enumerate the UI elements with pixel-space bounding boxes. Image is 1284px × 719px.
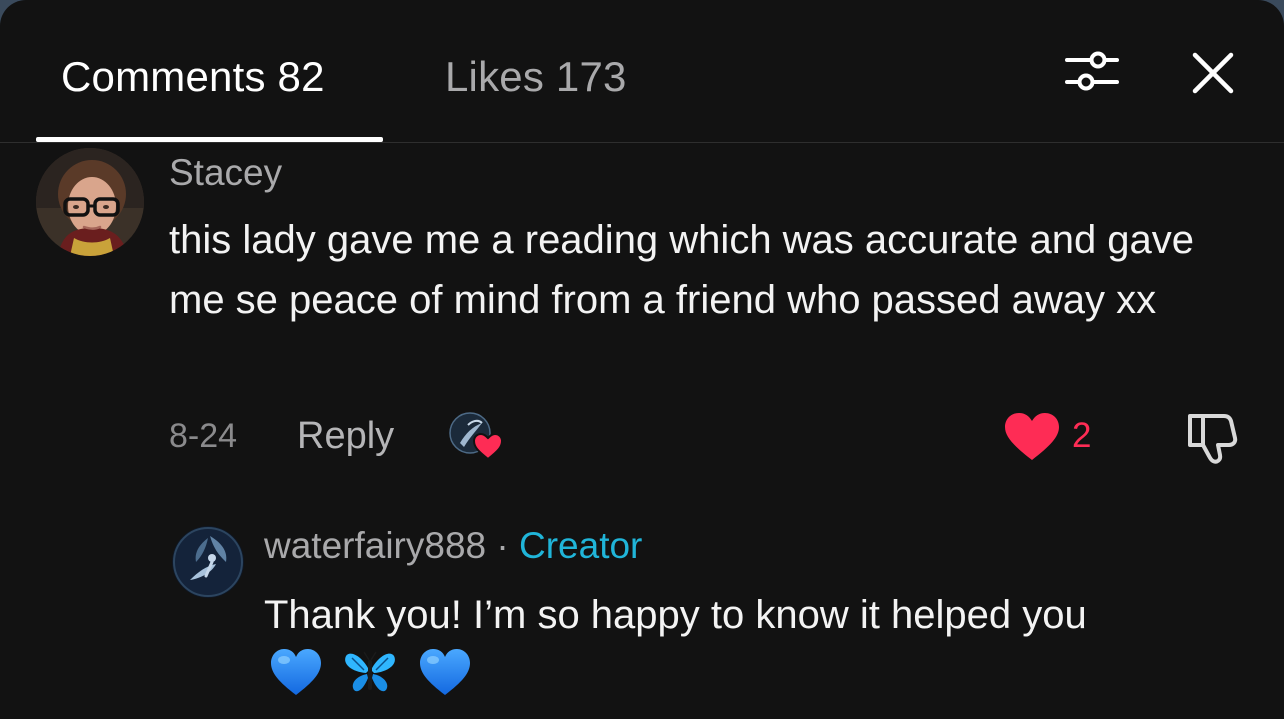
blue-heart-emoji [271, 649, 321, 695]
heart-filled-icon [1005, 413, 1059, 460]
comment-username[interactable]: Stacey [169, 150, 282, 196]
creator-liked-icon [449, 412, 504, 461]
comment-date: 8-24 [169, 417, 238, 455]
close-button[interactable] [1186, 46, 1240, 100]
dislike-button[interactable] [1182, 410, 1242, 466]
reply-text: Thank you! I’m so happy to know it helpe… [264, 593, 1087, 637]
reply-emoji-row [268, 646, 487, 706]
fairy-avatar-image [172, 526, 244, 598]
tab-likes[interactable]: Likes 173 [445, 52, 627, 102]
thumbs-down-icon [1188, 414, 1238, 464]
tab-bar: Comments 82 Likes 173 [0, 0, 1284, 143]
creator-reply-header: waterfairy888 · Creator [264, 522, 642, 570]
avatar[interactable] [36, 148, 144, 256]
creator-badge: Creator [519, 525, 643, 566]
sliders-icon [1065, 51, 1119, 91]
user-avatar-photo [36, 148, 144, 256]
filter-button[interactable] [1060, 46, 1124, 98]
header-divider [0, 142, 1284, 143]
comment-text: this lady gave me a reading which was ac… [169, 218, 1195, 322]
liked-by-creator-badge [448, 411, 506, 463]
tab-comments[interactable]: Comments 82 [61, 52, 325, 102]
separator-dot: · [496, 525, 509, 566]
like-count: 2 [1072, 416, 1092, 455]
reply-button[interactable]: Reply [297, 413, 394, 459]
comments-sheet: Comments 82 Likes 173 Stacey this lady g… [0, 0, 1284, 719]
reply-username[interactable]: waterfairy888 [264, 525, 486, 566]
butterfly-emoji [345, 651, 396, 692]
blue-heart-emoji [419, 649, 470, 695]
close-icon [1192, 52, 1234, 94]
like-button[interactable] [1002, 410, 1062, 464]
creator-avatar[interactable] [172, 526, 244, 598]
